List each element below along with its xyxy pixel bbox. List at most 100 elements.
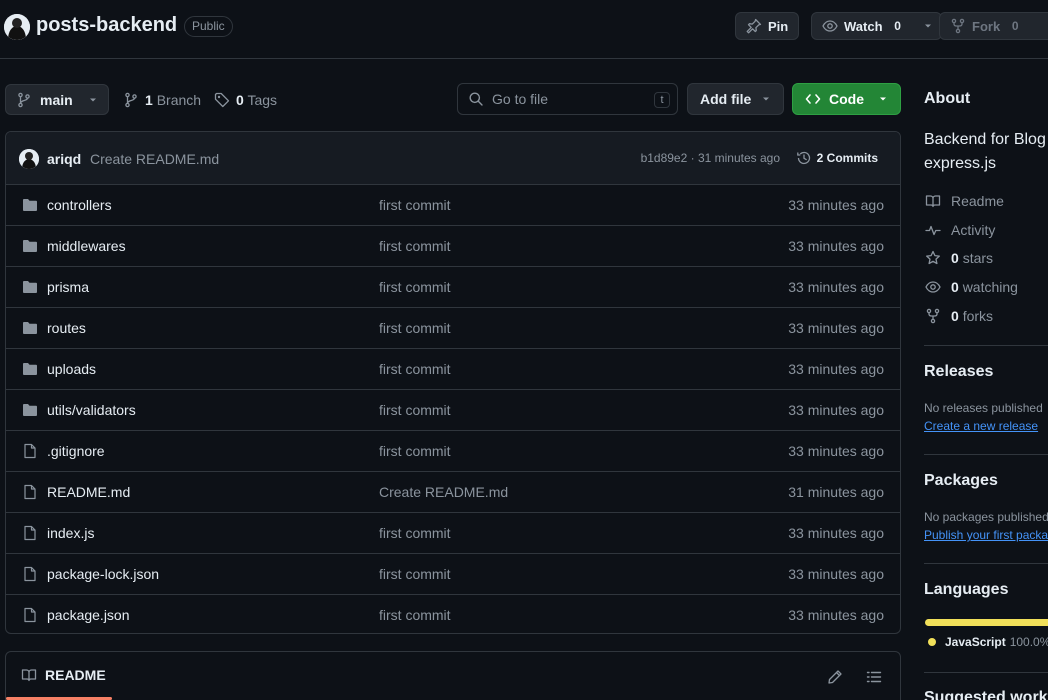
file-name[interactable]: index.js xyxy=(47,525,94,541)
file-row[interactable]: prisma first commit 33 minutes ago xyxy=(6,267,900,308)
language-name: JavaScript xyxy=(945,635,1006,649)
file-icon xyxy=(22,566,38,582)
file-commit-message[interactable]: first commit xyxy=(379,607,451,623)
fork-button[interactable]: Fork 0 xyxy=(939,12,1048,40)
sidebar-forks-link[interactable]: 0 forks xyxy=(925,308,993,324)
folder-icon xyxy=(22,320,38,336)
about-heading: About xyxy=(924,90,971,107)
caret-down-icon xyxy=(923,21,933,31)
file-commit-message[interactable]: first commit xyxy=(379,279,451,295)
file-row[interactable]: package-lock.json first commit 33 minutes … xyxy=(6,554,900,595)
file-row[interactable]: .gitignore first commit 33 minutes ago xyxy=(6,431,900,472)
language-bar xyxy=(925,619,1048,626)
file-name[interactable]: routes xyxy=(47,320,86,336)
file-name[interactable]: package-lock.json xyxy=(47,566,159,582)
file-commit-time: 33 minutes ago xyxy=(788,607,884,623)
file-commit-message[interactable]: first commit xyxy=(379,443,451,459)
commit-message[interactable]: Create README.md xyxy=(90,151,219,167)
file-row[interactable]: utils/validators first commit 33 minutes a… xyxy=(6,390,900,431)
languages-heading: Languages xyxy=(924,581,1009,598)
watch-dropdown[interactable] xyxy=(915,13,941,39)
sidebar-stars-link[interactable]: 0 stars xyxy=(925,250,993,266)
file-name[interactable]: prisma xyxy=(47,279,89,295)
repo-name[interactable]: posts-backend xyxy=(36,14,177,37)
sidebar-activity-link[interactable]: Activity xyxy=(925,222,995,238)
no-releases-text: No releases published xyxy=(924,401,1043,415)
packages-heading[interactable]: Packages xyxy=(924,472,998,490)
javascript-color-dot xyxy=(928,638,936,646)
file-icon xyxy=(22,443,38,459)
go-to-file-input[interactable]: Go to file t xyxy=(457,83,678,115)
pencil-icon[interactable] xyxy=(827,669,843,685)
sidebar-watching-link[interactable]: 0 watching xyxy=(925,279,1018,295)
history-icon xyxy=(796,150,812,166)
branches-link[interactable]: 1 Branch xyxy=(123,84,201,115)
file-row[interactable]: uploads first commit 33 minutes ago xyxy=(6,349,900,390)
file-row[interactable]: index.js first commit 33 minutes ago xyxy=(6,513,900,554)
pin-icon xyxy=(746,18,762,34)
commit-author[interactable]: ariqd xyxy=(47,151,81,167)
stars-count: 0 xyxy=(951,250,959,266)
owner-avatar[interactable] xyxy=(4,14,30,40)
file-name[interactable]: middlewares xyxy=(47,238,126,254)
fork-icon xyxy=(950,18,966,34)
file-name[interactable]: package.json xyxy=(47,607,130,623)
go-to-file-placeholder: Go to file xyxy=(492,91,549,107)
file-row[interactable]: routes first commit 33 minutes ago xyxy=(6,308,900,349)
sidebar-activity-label: Activity xyxy=(951,222,996,238)
file-commit-message[interactable]: first commit xyxy=(379,238,451,254)
add-file-button[interactable]: Add file xyxy=(687,83,784,115)
file-row[interactable]: package.json first commit 33 minutes ago xyxy=(6,595,900,633)
file-commit-message[interactable]: first commit xyxy=(379,320,451,336)
tags-link[interactable]: 0 Tags xyxy=(214,84,277,115)
outline-list-icon[interactable] xyxy=(866,669,882,685)
file-row[interactable]: middlewares first commit 33 minutes ago xyxy=(6,226,900,267)
file-name[interactable]: uploads xyxy=(47,361,96,377)
pin-button[interactable]: Pin xyxy=(735,12,800,40)
file-name[interactable]: utils/validators xyxy=(47,402,136,418)
file-commit-message[interactable]: first commit xyxy=(379,402,451,418)
add-file-label: Add file xyxy=(700,91,752,107)
file-commit-time: 33 minutes ago xyxy=(788,566,884,582)
file-commit-message[interactable]: first commit xyxy=(379,566,451,582)
code-label: Code xyxy=(829,91,864,107)
file-commit-message[interactable]: first commit xyxy=(379,361,451,377)
file-commit-message[interactable]: first commit xyxy=(379,525,451,541)
folder-icon xyxy=(22,402,38,418)
code-button[interactable]: Code xyxy=(792,83,901,115)
caret-down-icon xyxy=(88,95,98,105)
readme-tab[interactable]: README xyxy=(21,667,106,683)
repo-header: posts-backend Public Pin Watch 0 Fork 0 xyxy=(0,0,1048,59)
forks-count: 0 xyxy=(951,308,959,324)
pulse-icon xyxy=(925,222,941,238)
author-avatar[interactable] xyxy=(19,149,39,169)
watch-button[interactable]: Watch 0 xyxy=(811,12,942,40)
book-icon xyxy=(925,193,941,209)
watching-label: watching xyxy=(962,279,1018,295)
releases-heading[interactable]: Releases xyxy=(924,363,993,381)
create-release-link[interactable]: Create a new release xyxy=(924,419,1038,433)
language-item-javascript[interactable]: JavaScript 100.0% xyxy=(928,635,1048,649)
commits-label: 2 Commits xyxy=(816,151,878,165)
caret-down-icon xyxy=(761,94,771,104)
file-list: controllers first commit 33 minutes ago mid… xyxy=(6,185,900,633)
sidebar-readme-label: Readme xyxy=(951,193,1004,209)
file-row[interactable]: README.md Create README.md 31 minutes ago xyxy=(6,472,900,513)
file-name[interactable]: .gitignore xyxy=(47,443,105,459)
code-icon xyxy=(805,91,821,107)
file-row[interactable]: controllers first commit 33 minutes ago xyxy=(6,185,900,226)
commit-hash-time[interactable]: b1d89e2 · 31 minutes ago xyxy=(641,151,780,165)
branch-name: main xyxy=(40,91,73,108)
file-commit-message[interactable]: Create README.md xyxy=(379,484,508,500)
branch-icon xyxy=(123,92,139,108)
pin-label: Pin xyxy=(768,18,789,34)
no-packages-text: No packages published xyxy=(924,510,1048,524)
file-name[interactable]: README.md xyxy=(47,484,130,500)
readme-panel: README xyxy=(5,651,901,700)
file-commit-message[interactable]: first commit xyxy=(379,197,451,213)
file-name[interactable]: controllers xyxy=(47,197,112,213)
publish-package-link[interactable]: Publish your first package xyxy=(924,528,1048,542)
branch-selector[interactable]: main xyxy=(5,84,109,115)
sidebar-readme-link[interactable]: Readme xyxy=(925,193,1004,209)
commits-link[interactable]: 2 Commits xyxy=(796,150,878,166)
